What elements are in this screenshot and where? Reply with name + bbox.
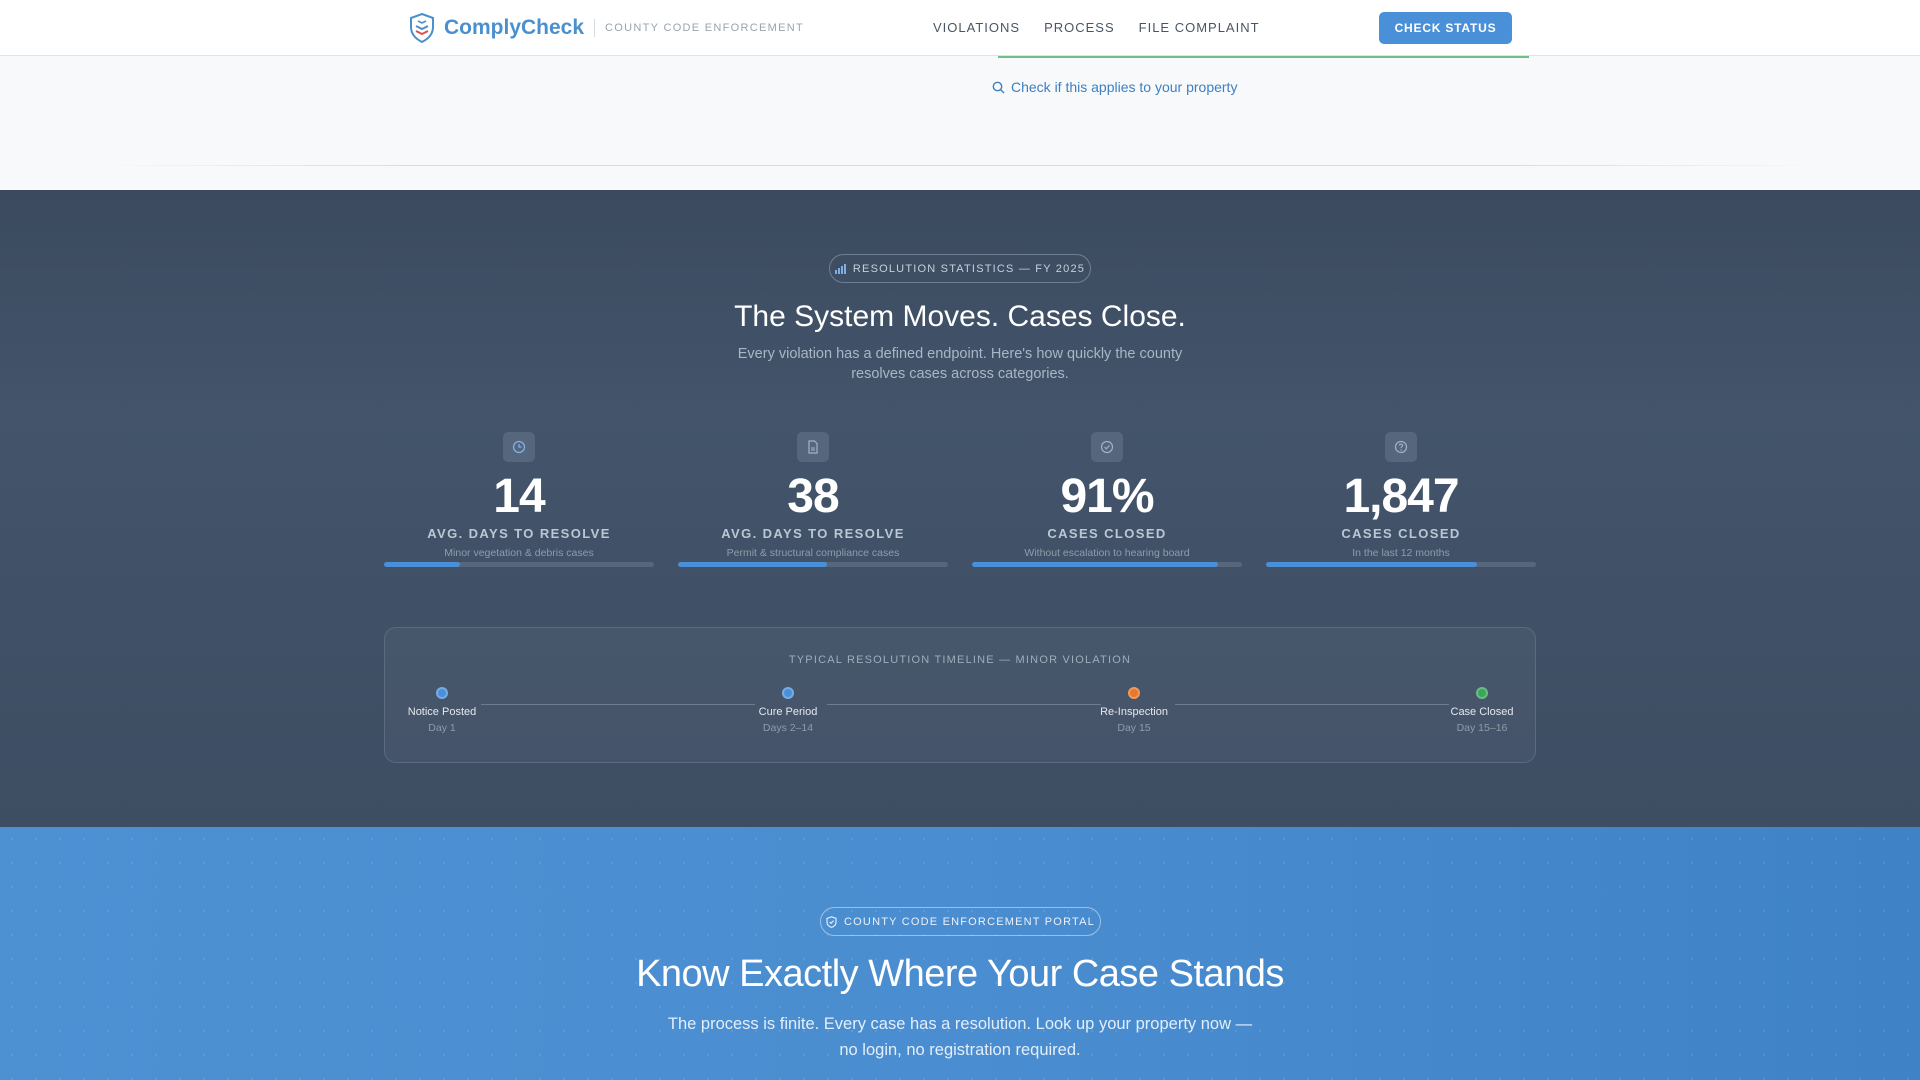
stat-description: In the last 12 months bbox=[1352, 547, 1450, 559]
stat-card-structural: 38 AVG. DAYS TO RESOLVE Permit & structu… bbox=[678, 432, 948, 582]
timeline-step-name: Cure Period bbox=[758, 706, 818, 718]
hero-title: Know Exactly Where Your Case Stands bbox=[636, 953, 1284, 995]
stat-value: 38 bbox=[787, 470, 839, 523]
timeline-step-day: Days 2–14 bbox=[762, 722, 814, 734]
stat-description: Permit & structural compliance cases bbox=[726, 547, 900, 559]
stat-value: 14 bbox=[493, 470, 545, 523]
stat-label: AVG. DAYS TO RESOLVE bbox=[721, 526, 905, 541]
stat-progress-fill bbox=[384, 562, 460, 567]
stat-value: 91% bbox=[1060, 470, 1154, 523]
timeline-step: Notice Posted Day 1 bbox=[397, 687, 487, 734]
stat-progress-fill bbox=[972, 562, 1218, 567]
timeline-connector bbox=[481, 704, 755, 705]
check-status-button[interactable]: CHECK STATUS bbox=[1379, 12, 1512, 44]
check-applies-link[interactable]: Check if this applies to your property bbox=[992, 79, 1237, 95]
stats-badge-text: RESOLUTION STATISTICS — FY 2025 bbox=[852, 262, 1086, 275]
timeline-connector bbox=[1175, 704, 1449, 705]
brand-name: ComplyCheck bbox=[444, 16, 585, 39]
stats-subtitle: Every violation has a defined endpoint. … bbox=[737, 346, 1183, 382]
stat-progress-fill bbox=[678, 562, 827, 567]
shield-logo-icon bbox=[410, 13, 434, 43]
stat-label: AVG. DAYS TO RESOLVE bbox=[427, 526, 611, 541]
check-circle-icon bbox=[1091, 432, 1123, 462]
timeline-dot bbox=[782, 687, 794, 699]
timeline-step: Case Closed Day 15–16 bbox=[1437, 687, 1527, 734]
stat-progress-bar bbox=[384, 562, 654, 567]
timeline-step-day: Day 15 bbox=[1117, 722, 1151, 734]
stat-progress-bar bbox=[1266, 562, 1536, 567]
stat-progress-fill bbox=[1266, 562, 1477, 567]
timeline-step-name: Notice Posted bbox=[407, 706, 477, 718]
check-applies-text: Check if this applies to your property bbox=[1011, 79, 1238, 95]
search-icon bbox=[992, 81, 1005, 93]
timeline-step-name: Re-Inspection bbox=[1100, 706, 1168, 718]
stat-label: CASES CLOSED bbox=[1047, 526, 1167, 541]
timeline-step: Cure Period Days 2–14 bbox=[743, 687, 833, 734]
main-nav: VIOLATIONS PROCESS FILE COMPLAINT bbox=[933, 20, 1284, 35]
timeline-step-day: Day 15–16 bbox=[1456, 722, 1508, 734]
question-circle-icon bbox=[1385, 432, 1417, 462]
top-nav-bar: ComplyCheck COUNTY CODE ENFORCEMENT VIOL… bbox=[0, 0, 1920, 56]
stat-card-closed-count: 1,847 CASES CLOSED In the last 12 months bbox=[1266, 432, 1536, 582]
timeline-step-name: Case Closed bbox=[1450, 706, 1514, 718]
section-divider bbox=[100, 165, 1820, 166]
stat-value: 1,847 bbox=[1343, 470, 1459, 523]
brand-subtitle: COUNTY CODE ENFORCEMENT bbox=[605, 22, 805, 34]
stat-progress-bar bbox=[972, 562, 1242, 567]
stat-progress-bar bbox=[678, 562, 948, 567]
bar-chart-icon bbox=[834, 263, 846, 274]
clock-icon bbox=[503, 432, 535, 462]
stat-card-minor: 14 AVG. DAYS TO RESOLVE Minor vegetation… bbox=[384, 432, 654, 582]
hero-subtitle: The process is finite. Every case has a … bbox=[667, 1015, 1253, 1059]
stat-label: CASES CLOSED bbox=[1341, 526, 1461, 541]
nav-process[interactable]: PROCESS bbox=[1044, 20, 1115, 35]
stats-badge: RESOLUTION STATISTICS — FY 2025 bbox=[829, 254, 1091, 283]
timeline-dot bbox=[436, 687, 448, 699]
progress-underline bbox=[998, 56, 1529, 58]
portal-badge: COUNTY CODE ENFORCEMENT PORTAL bbox=[820, 907, 1101, 936]
shield-icon bbox=[826, 915, 837, 928]
nav-violations[interactable]: VIOLATIONS bbox=[933, 20, 1020, 35]
resolution-timeline: TYPICAL RESOLUTION TIMELINE — MINOR VIOL… bbox=[384, 627, 1536, 763]
timeline-step-day: Day 1 bbox=[428, 722, 456, 734]
stat-description: Without escalation to hearing board bbox=[1024, 547, 1190, 559]
timeline-title: TYPICAL RESOLUTION TIMELINE — MINOR VIOL… bbox=[788, 654, 1132, 666]
stat-card-closed-rate: 91% CASES CLOSED Without escalation to h… bbox=[972, 432, 1242, 582]
portal-hero-section: COUNTY CODE ENFORCEMENT PORTAL Know Exac… bbox=[0, 827, 1920, 1080]
document-icon bbox=[797, 432, 829, 462]
resolution-stats-section: RESOLUTION STATISTICS — FY 2025 The Syst… bbox=[0, 190, 1920, 827]
timeline-dot bbox=[1476, 687, 1488, 699]
logo[interactable]: ComplyCheck COUNTY CODE ENFORCEMENT bbox=[409, 13, 804, 43]
portal-badge-text: COUNTY CODE ENFORCEMENT PORTAL bbox=[844, 915, 1095, 928]
timeline-dot bbox=[1128, 687, 1140, 699]
stat-description: Minor vegetation & debris cases bbox=[444, 547, 594, 559]
brand-divider bbox=[594, 19, 596, 37]
timeline-step: Re-Inspection Day 15 bbox=[1089, 687, 1179, 734]
nav-file-complaint[interactable]: FILE COMPLAINT bbox=[1139, 20, 1260, 35]
stats-title: The System Moves. Cases Close. bbox=[734, 300, 1186, 333]
timeline-connector bbox=[827, 704, 1101, 705]
